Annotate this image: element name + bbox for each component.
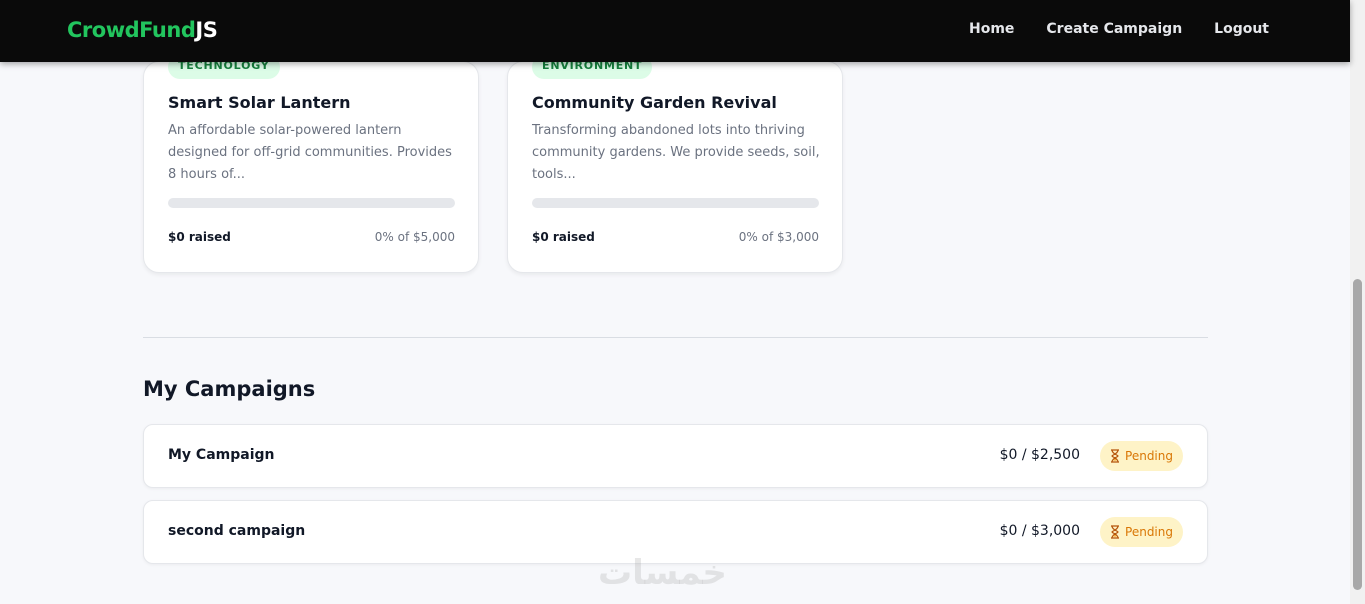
my-campaign-amount: $0 / $3,000 xyxy=(999,523,1080,539)
campaign-card[interactable]: ENVIRONMENT Community Garden Revival Tra… xyxy=(507,55,843,273)
section-divider xyxy=(143,337,1208,338)
status-badge: Pending xyxy=(1100,517,1183,547)
nav-link-home[interactable]: Home xyxy=(969,21,1014,37)
hourglass-icon xyxy=(1111,525,1120,539)
goal-percent: 0% of $5,000 xyxy=(374,230,455,244)
my-campaigns-heading: My Campaigns xyxy=(143,377,316,401)
nav-link-create-campaign[interactable]: Create Campaign xyxy=(1046,21,1182,37)
nav-link-logout[interactable]: Logout xyxy=(1214,21,1269,37)
campaign-description: An affordable solar-powered lantern desi… xyxy=(168,123,452,182)
campaign-title: Community Garden Revival xyxy=(532,93,777,112)
scrollbar-thumb[interactable] xyxy=(1353,279,1362,590)
brand-name-part1: CrowdFund xyxy=(67,18,196,42)
status-label: Pending xyxy=(1125,449,1173,463)
brand-name-part2: JS xyxy=(195,18,218,42)
campaign-card[interactable]: TECHNOLOGY Smart Solar Lantern An afford… xyxy=(143,55,479,273)
my-campaign-row[interactable]: My Campaign $0 / $2,500 Pending xyxy=(143,424,1208,488)
hourglass-icon xyxy=(1111,449,1120,463)
watermark: خمسات xyxy=(598,553,727,593)
campaign-description: Transforming abandoned lots into thrivin… xyxy=(532,123,820,182)
brand-logo[interactable]: CrowdFundJS xyxy=(67,18,218,42)
raised-amount: $0 raised xyxy=(168,230,231,244)
my-campaign-name: My Campaign xyxy=(168,447,275,463)
progress-bar xyxy=(168,198,455,208)
my-campaign-amount: $0 / $2,500 xyxy=(999,447,1080,463)
status-label: Pending xyxy=(1125,525,1173,539)
page-scrollbar[interactable] xyxy=(1350,0,1365,604)
raised-amount: $0 raised xyxy=(532,230,595,244)
progress-bar xyxy=(532,198,819,208)
nav-links: Home Create Campaign Logout xyxy=(969,21,1269,37)
status-badge: Pending xyxy=(1100,441,1183,471)
my-campaign-name: second campaign xyxy=(168,523,306,539)
goal-percent: 0% of $3,000 xyxy=(738,230,819,244)
top-navbar: CrowdFundJS Home Create Campaign Logout xyxy=(0,0,1350,62)
campaign-title: Smart Solar Lantern xyxy=(168,93,351,112)
